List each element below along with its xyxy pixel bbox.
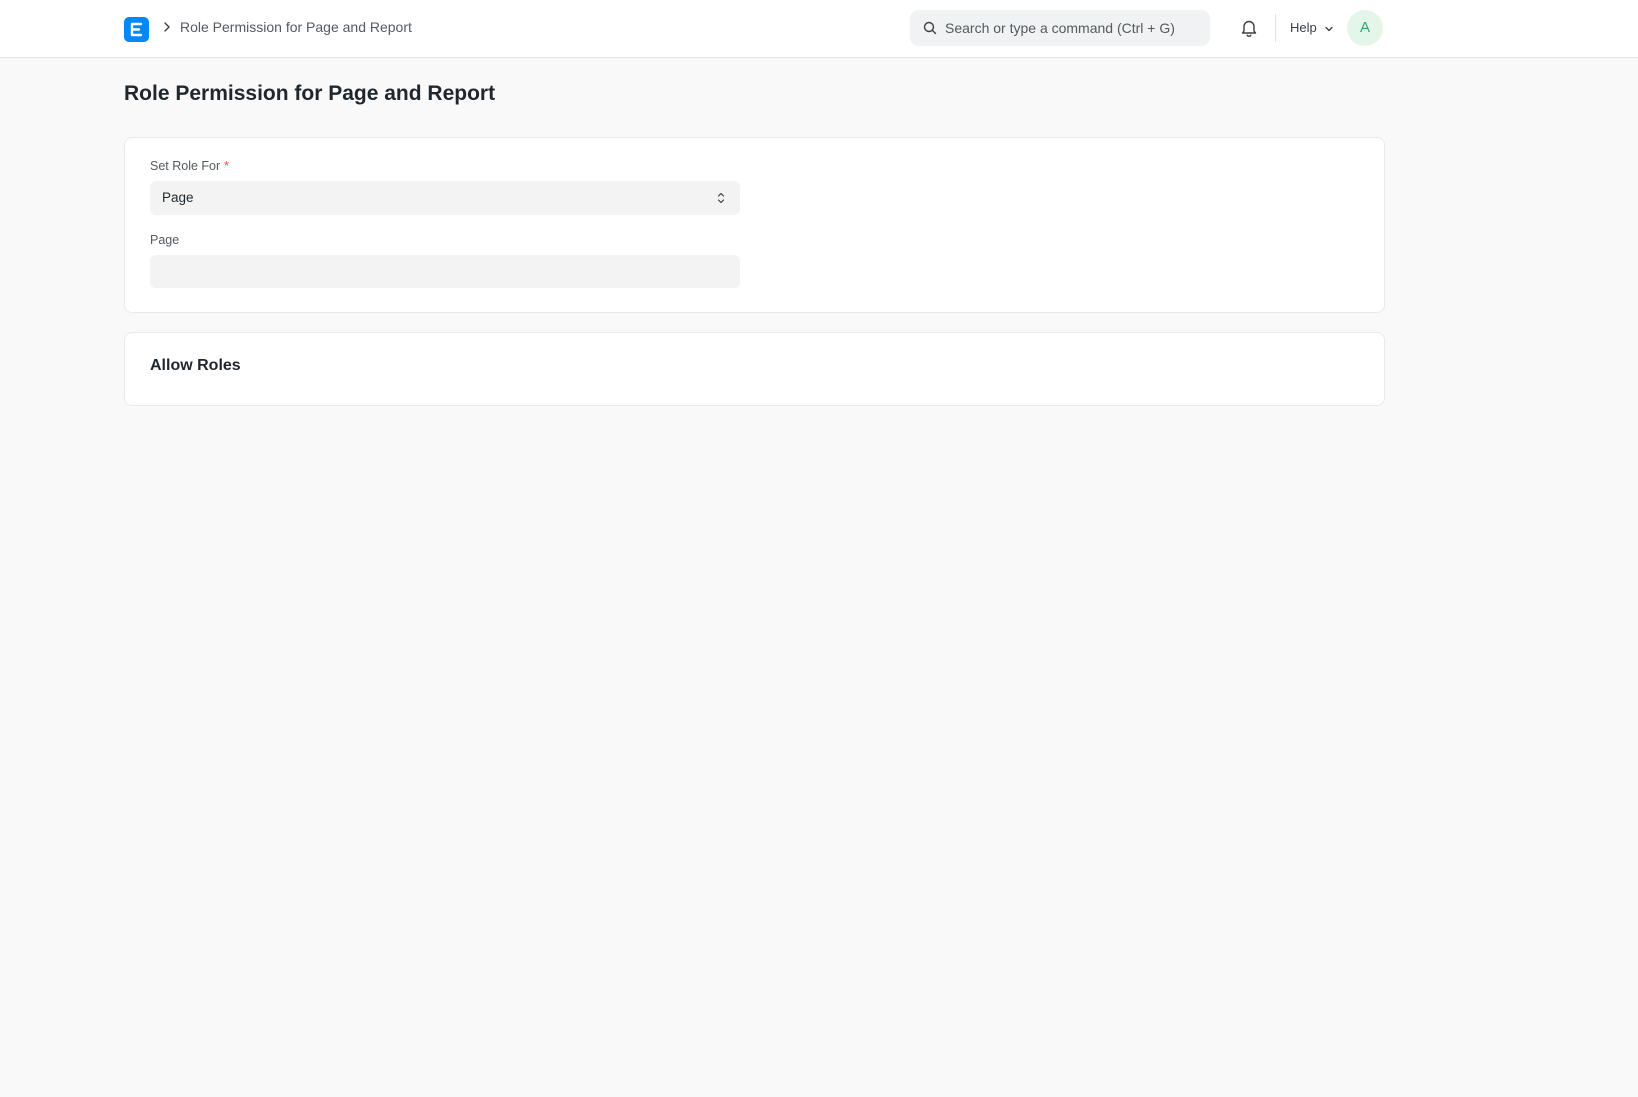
breadcrumb-item[interactable]: Role Permission for Page and Report xyxy=(180,19,412,35)
set-role-for-select[interactable]: Page xyxy=(150,181,740,215)
set-role-for-label-text: Set Role For xyxy=(150,159,221,173)
allow-roles-section: Allow Roles xyxy=(124,332,1385,406)
select-updown-icon xyxy=(717,192,725,204)
set-role-for-value: Page xyxy=(162,190,194,205)
page-field-input[interactable] xyxy=(150,255,740,288)
search-bar[interactable] xyxy=(910,10,1210,46)
bell-icon[interactable] xyxy=(1240,18,1258,38)
app-logo-icon[interactable] xyxy=(124,17,149,42)
search-input[interactable] xyxy=(945,10,1200,46)
required-mark: * xyxy=(224,159,230,173)
navbar: Role Permission for Page and Report Help… xyxy=(0,0,1638,58)
page-title: Role Permission for Page and Report xyxy=(124,82,496,105)
chevron-down-icon xyxy=(1325,26,1334,31)
navbar-divider xyxy=(1275,14,1276,42)
search-icon xyxy=(923,21,937,35)
help-label: Help xyxy=(1290,20,1317,35)
set-role-for-label: Set Role For * xyxy=(150,159,229,173)
allow-roles-title: Allow Roles xyxy=(150,357,241,374)
avatar[interactable]: A xyxy=(1347,10,1383,46)
breadcrumb-chevron-icon xyxy=(164,22,170,32)
page-field-label: Page xyxy=(150,233,180,247)
help-dropdown[interactable]: Help xyxy=(1290,20,1334,35)
form-card: Set Role For * Page Page xyxy=(124,137,1385,313)
